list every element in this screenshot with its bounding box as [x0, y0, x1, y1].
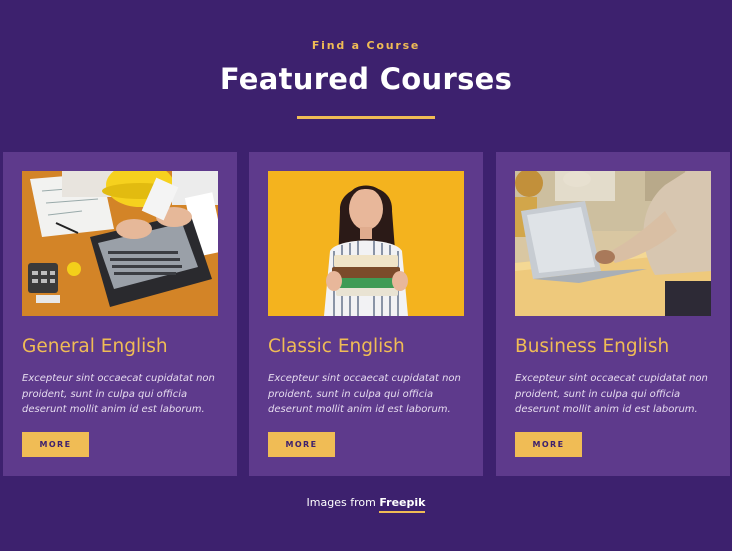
course-title[interactable]: Business English — [515, 336, 725, 357]
laptop-table-photo — [515, 171, 711, 316]
course-description: Excepteur sint occaecat cupidatat non pr… — [515, 373, 708, 416]
laptop-desk-photo — [22, 171, 218, 316]
image-credit: Images from Freepik — [0, 496, 732, 513]
course-card-business-english: Business English Excepteur sint occaecat… — [496, 152, 730, 476]
title-underline — [297, 116, 435, 119]
more-button[interactable]: MORE — [22, 432, 89, 457]
course-image[interactable] — [268, 171, 464, 316]
course-card-general-english: General English Excepteur sint occaecat … — [3, 152, 237, 476]
more-button[interactable]: MORE — [268, 432, 335, 457]
more-button[interactable]: MORE — [515, 432, 582, 457]
course-image[interactable] — [515, 171, 711, 316]
credit-prefix: Images from — [306, 496, 376, 509]
section-eyebrow: Find a Course — [311, 39, 421, 52]
freepik-link[interactable]: Freepik — [379, 496, 426, 513]
course-image[interactable] — [22, 171, 218, 316]
course-description: Excepteur sint occaecat cupidatat non pr… — [268, 373, 461, 416]
section-title: Featured Courses — [219, 62, 513, 96]
woman-with-books-photo — [268, 171, 464, 316]
course-title[interactable]: Classic English — [268, 336, 478, 357]
course-title[interactable]: General English — [22, 336, 232, 357]
featured-courses-section: Find a Course Featured Courses General E… — [0, 0, 732, 551]
course-card-classic-english: Classic English Excepteur sint occaecat … — [249, 152, 483, 476]
course-description: Excepteur sint occaecat cupidatat non pr… — [22, 373, 215, 416]
